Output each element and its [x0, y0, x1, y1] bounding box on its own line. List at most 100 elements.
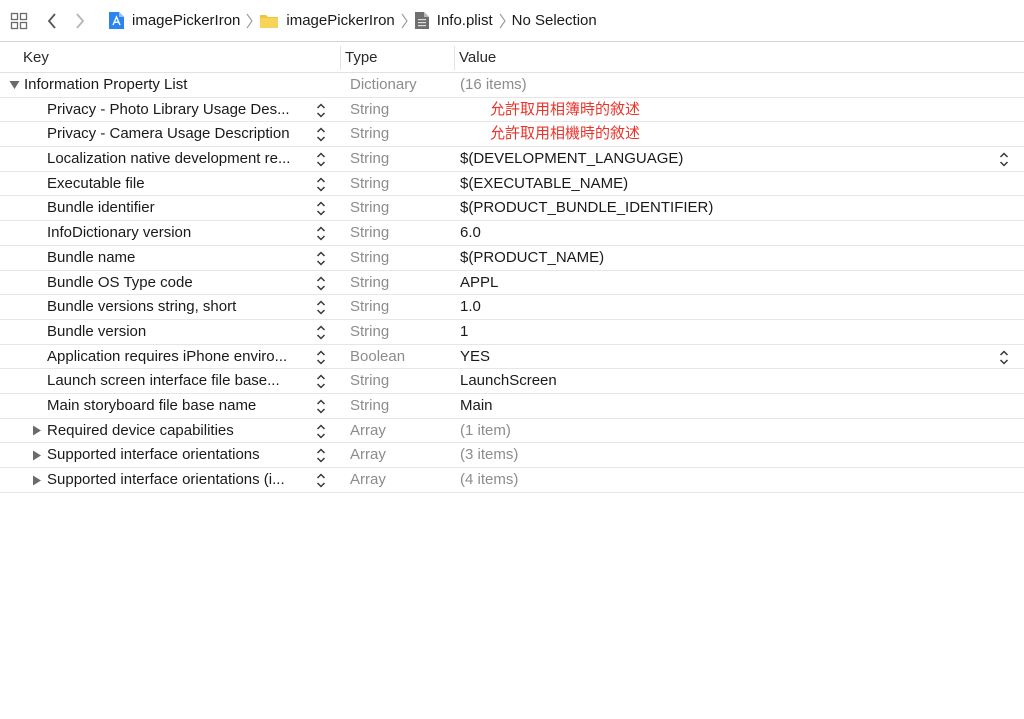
row-type[interactable]: String: [350, 246, 450, 270]
row-type[interactable]: String: [350, 295, 450, 319]
table-row[interactable]: Supported interface orientations Array (3 …: [0, 443, 1024, 468]
column-divider[interactable]: [454, 46, 455, 70]
row-type[interactable]: Array: [350, 419, 450, 443]
row-value[interactable]: 允許取用相簿時的敘述: [490, 98, 1010, 122]
row-value[interactable]: APPL: [460, 271, 980, 295]
row-type[interactable]: Array: [350, 443, 450, 467]
key-popup-stepper-icon[interactable]: [315, 299, 327, 316]
key-popup-stepper-icon[interactable]: [315, 126, 327, 143]
row-value[interactable]: YES: [460, 345, 980, 369]
row-value[interactable]: 1: [460, 320, 980, 344]
row-value[interactable]: (4 items): [460, 468, 980, 492]
key-popup-stepper-icon[interactable]: [315, 447, 327, 464]
row-type[interactable]: Array: [350, 468, 450, 492]
key-popup-stepper-icon[interactable]: [315, 102, 327, 119]
row-key[interactable]: Privacy - Photo Library Usage Des...: [47, 98, 308, 122]
row-type[interactable]: String: [350, 196, 450, 220]
row-key[interactable]: Application requires iPhone enviro...: [47, 345, 308, 369]
forward-chevron-icon[interactable]: [66, 0, 94, 42]
row-value[interactable]: LaunchScreen: [460, 369, 980, 393]
column-divider[interactable]: [340, 46, 341, 70]
row-key[interactable]: Bundle versions string, short: [47, 295, 308, 319]
row-value[interactable]: $(PRODUCT_BUNDLE_IDENTIFIER): [460, 196, 980, 220]
row-key[interactable]: Launch screen interface file base...: [47, 369, 308, 393]
row-value[interactable]: 允許取用相機時的敘述: [490, 122, 1010, 146]
row-key[interactable]: Supported interface orientations: [47, 443, 308, 467]
row-type[interactable]: String: [350, 122, 450, 146]
related-items-grid-icon[interactable]: [0, 0, 38, 42]
row-key[interactable]: Main storyboard file base name: [47, 394, 308, 418]
key-popup-stepper-icon[interactable]: [315, 225, 327, 242]
breadcrumb-project[interactable]: imagePickerIron: [108, 0, 240, 42]
breadcrumb-file[interactable]: Info.plist: [414, 0, 493, 42]
table-row[interactable]: Bundle name String $(PRODUCT_NAME): [0, 246, 1024, 271]
row-key[interactable]: Bundle identifier: [47, 196, 308, 220]
key-popup-stepper-icon[interactable]: [315, 373, 327, 390]
table-row[interactable]: Launch screen interface file base... Stri…: [0, 369, 1024, 394]
column-header-type[interactable]: Type: [345, 43, 378, 73]
value-popup-stepper-icon[interactable]: [998, 349, 1010, 366]
row-type[interactable]: String: [350, 394, 450, 418]
row-key[interactable]: Bundle OS Type code: [47, 271, 308, 295]
key-popup-stepper-icon[interactable]: [315, 176, 327, 193]
value-popup-stepper-icon[interactable]: [998, 151, 1010, 168]
row-key[interactable]: Privacy - Camera Usage Description: [47, 122, 308, 146]
row-type[interactable]: String: [350, 320, 450, 344]
row-key[interactable]: Executable file: [47, 172, 308, 196]
table-row[interactable]: Privacy - Photo Library Usage Des... Stri…: [0, 98, 1024, 123]
row-value[interactable]: $(EXECUTABLE_NAME): [460, 172, 980, 196]
table-row[interactable]: Localization native development re... Str…: [0, 147, 1024, 172]
table-row[interactable]: Privacy - Camera Usage Description String…: [0, 122, 1024, 148]
table-row[interactable]: Bundle identifier String $(PRODUCT_BUNDLE_…: [0, 196, 1024, 222]
table-row[interactable]: Application requires iPhone enviro... Boo…: [0, 345, 1024, 370]
back-chevron-icon[interactable]: [38, 0, 66, 42]
row-value[interactable]: $(PRODUCT_NAME): [460, 246, 980, 270]
row-type[interactable]: Boolean: [350, 345, 450, 369]
key-popup-stepper-icon[interactable]: [315, 151, 327, 168]
disclosure-triangle-right-icon[interactable]: [32, 468, 42, 492]
row-value[interactable]: $(DEVELOPMENT_LANGUAGE): [460, 147, 980, 171]
row-value[interactable]: 6.0: [460, 221, 980, 245]
key-popup-stepper-icon[interactable]: [315, 324, 327, 341]
disclosure-triangle-right-icon[interactable]: [32, 443, 42, 467]
breadcrumb-group[interactable]: imagePickerIron: [259, 0, 395, 42]
row-type[interactable]: Dictionary: [350, 73, 450, 97]
table-row[interactable]: Bundle versions string, short String 1.0: [0, 295, 1024, 320]
row-type[interactable]: String: [350, 271, 450, 295]
table-row[interactable]: Executable file String $(EXECUTABLE_NAME): [0, 172, 1024, 197]
row-type[interactable]: String: [350, 369, 450, 393]
table-row[interactable]: Bundle version String 1: [0, 320, 1024, 345]
row-type[interactable]: String: [350, 172, 450, 196]
row-value[interactable]: (16 items): [460, 73, 980, 97]
row-key[interactable]: Bundle name: [47, 246, 308, 270]
row-value[interactable]: Main: [460, 394, 980, 418]
breadcrumb-selection[interactable]: No Selection: [512, 0, 597, 42]
key-popup-stepper-icon[interactable]: [315, 398, 327, 415]
row-key[interactable]: Information Property List: [24, 73, 308, 97]
row-key[interactable]: Bundle version: [47, 320, 308, 344]
row-value[interactable]: (1 item): [460, 419, 980, 443]
disclosure-triangle-down-icon[interactable]: [9, 73, 20, 97]
key-popup-stepper-icon[interactable]: [315, 250, 327, 267]
key-popup-stepper-icon[interactable]: [315, 472, 327, 489]
row-value[interactable]: (3 items): [460, 443, 980, 467]
table-row[interactable]: Information Property List Dictionary (16 i…: [0, 73, 1024, 98]
table-row[interactable]: InfoDictionary version String 6.0: [0, 221, 1024, 246]
table-row[interactable]: Supported interface orientations (i... Ar…: [0, 468, 1024, 493]
row-value[interactable]: 1.0: [460, 295, 980, 319]
key-popup-stepper-icon[interactable]: [315, 423, 327, 440]
key-popup-stepper-icon[interactable]: [315, 275, 327, 292]
key-popup-stepper-icon[interactable]: [315, 349, 327, 366]
row-type[interactable]: String: [350, 147, 450, 171]
disclosure-triangle-right-icon[interactable]: [32, 419, 42, 443]
row-key[interactable]: Required device capabilities: [47, 419, 308, 443]
row-type[interactable]: String: [350, 221, 450, 245]
row-key[interactable]: Supported interface orientations (i...: [47, 468, 308, 492]
column-header-key[interactable]: Key: [23, 43, 49, 73]
row-key[interactable]: Localization native development re...: [47, 147, 308, 171]
row-type[interactable]: String: [350, 98, 450, 122]
table-row[interactable]: Bundle OS Type code String APPL: [0, 271, 1024, 296]
column-header-value[interactable]: Value: [459, 43, 496, 73]
table-row[interactable]: Required device capabilities Array (1 item…: [0, 419, 1024, 444]
table-row[interactable]: Main storyboard file base name String Main: [0, 394, 1024, 419]
